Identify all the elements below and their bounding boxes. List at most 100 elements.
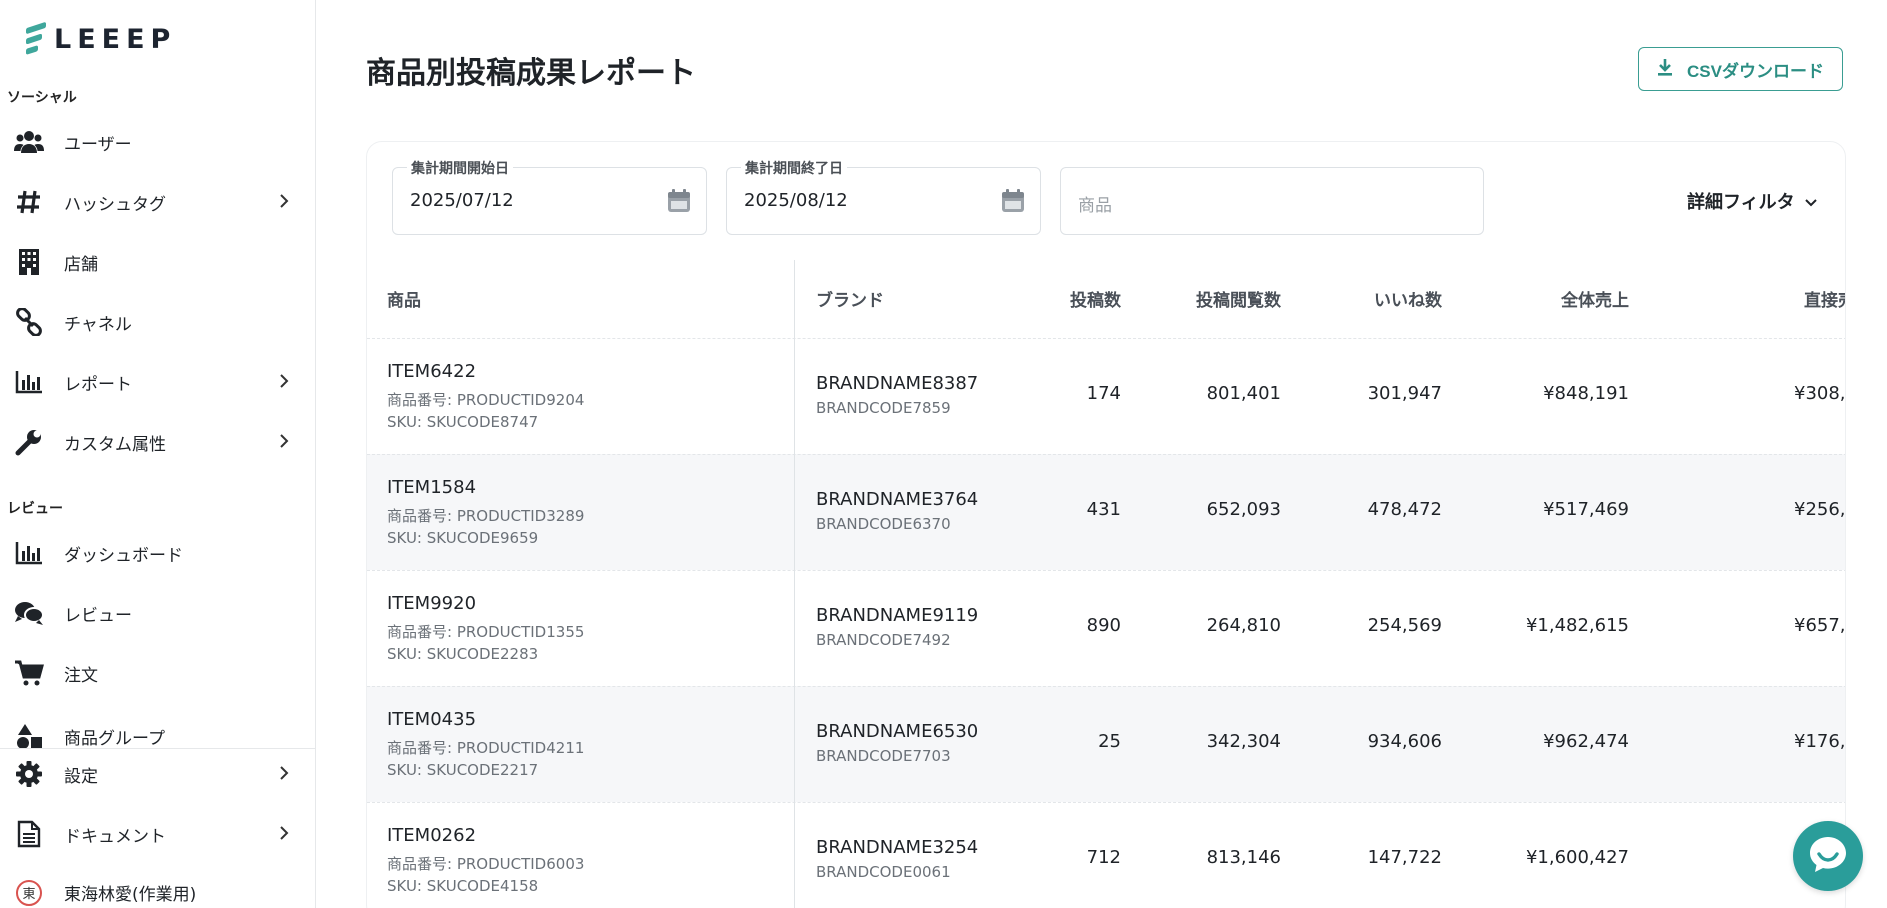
user-name: 東海林愛(作業用) bbox=[64, 885, 197, 905]
column-separator bbox=[794, 260, 795, 908]
product-id: 商品番号: PRODUCTID6003 bbox=[387, 855, 585, 873]
sidebar-item-label: レビュー bbox=[64, 605, 132, 626]
building-icon bbox=[14, 247, 44, 277]
sidebar-item-custom-attributes[interactable]: カスタム属性 bbox=[0, 417, 316, 467]
start-date-label: 集計期間開始日 bbox=[407, 158, 513, 178]
table-row[interactable]: ITEM0262 商品番号: PRODUCTID6003 SKU: SKUCODE4… bbox=[367, 802, 1845, 908]
product-id: 商品番号: PRODUCTID4211 bbox=[387, 739, 585, 757]
direct-sales: ¥308,9 bbox=[1794, 383, 1846, 404]
detail-filter-button[interactable]: 詳細フィルタ bbox=[1687, 188, 1817, 214]
csv-download-label: CSVダウンロード bbox=[1687, 61, 1824, 81]
calendar-icon[interactable] bbox=[1000, 188, 1026, 214]
product-id: 商品番号: PRODUCTID3289 bbox=[387, 507, 585, 525]
column-header-brand[interactable]: ブランド bbox=[816, 286, 884, 311]
direct-sales: ¥256,8 bbox=[1794, 499, 1846, 520]
product-name[interactable]: ITEM1584 bbox=[387, 477, 476, 498]
app-logo[interactable]: LEEEP bbox=[26, 21, 177, 56]
column-header-posts[interactable]: 投稿数 bbox=[1070, 286, 1121, 311]
sidebar-item-dashboard[interactable]: ダッシュボード bbox=[0, 528, 316, 578]
column-header-likes[interactable]: いいね数 bbox=[1374, 286, 1442, 311]
brand-code: BRANDCODE0061 bbox=[816, 863, 951, 881]
direct-sales: ¥657,3 bbox=[1794, 615, 1846, 636]
posts-count: 431 bbox=[1086, 499, 1121, 520]
column-header-product[interactable]: 商品 bbox=[387, 286, 421, 311]
likes-count: 147,722 bbox=[1367, 847, 1442, 868]
sidebar-item-reports[interactable]: レポート bbox=[0, 357, 316, 407]
start-date-field[interactable]: 集計期間開始日 2025/07/12 bbox=[392, 158, 707, 235]
brand-code: BRANDCODE7703 bbox=[816, 747, 951, 765]
sidebar-item-channels[interactable]: チャネル bbox=[0, 297, 316, 347]
table-row[interactable]: ITEM9920 商品番号: PRODUCTID1355 SKU: SKUCODE2… bbox=[367, 570, 1846, 686]
user-badge: 東 bbox=[16, 879, 42, 906]
comments-icon bbox=[14, 598, 44, 628]
end-date-value: 2025/08/12 bbox=[744, 190, 848, 211]
posts-count: 712 bbox=[1086, 847, 1121, 868]
sidebar-item-label: カスタム属性 bbox=[64, 434, 166, 455]
report-card: 集計期間開始日 2025/07/12 集計期間終了日 2025/08/12 商品… bbox=[366, 141, 1846, 908]
sidebar-item-settings[interactable]: 設定 bbox=[0, 749, 316, 799]
table-row[interactable]: ITEM6422 商品番号: PRODUCTID9204 SKU: SKUCODE8… bbox=[367, 338, 1846, 454]
logo-mark-icon bbox=[26, 21, 48, 55]
gear-icon bbox=[14, 759, 44, 789]
column-header-direct-sales[interactable]: 直接売 bbox=[1804, 286, 1845, 311]
end-date-field[interactable]: 集計期間終了日 2025/08/12 bbox=[726, 158, 1041, 235]
sidebar-item-product-groups[interactable]: 商品グループ bbox=[0, 708, 316, 750]
product-name[interactable]: ITEM0435 bbox=[387, 709, 476, 730]
table-row[interactable]: ITEM0435 商品番号: PRODUCTID4211 SKU: SKUCODE2… bbox=[367, 686, 1846, 802]
brand-code: BRANDCODE7859 bbox=[816, 399, 951, 417]
likes-count: 301,947 bbox=[1367, 383, 1442, 404]
sidebar-item-orders[interactable]: 注文 bbox=[0, 648, 316, 698]
brand-name: BRANDNAME8387 bbox=[816, 373, 979, 394]
chat-button[interactable] bbox=[1793, 821, 1863, 891]
column-header-views[interactable]: 投稿閲覧数 bbox=[1196, 286, 1281, 311]
posts-count: 25 bbox=[1098, 731, 1121, 752]
document-icon bbox=[14, 819, 44, 849]
product-sku: SKU: SKUCODE4158 bbox=[387, 877, 539, 895]
brand-name: BRANDNAME3254 bbox=[816, 837, 979, 858]
product-name[interactable]: ITEM6422 bbox=[387, 361, 476, 382]
sidebar-item-hashtag[interactable]: ハッシュタグ bbox=[0, 177, 316, 227]
sidebar-item-label: 注文 bbox=[64, 665, 98, 686]
logo-text: LEEEP bbox=[54, 23, 177, 55]
product-name[interactable]: ITEM0262 bbox=[387, 825, 476, 846]
column-header-total-sales[interactable]: 全体売上 bbox=[1561, 286, 1629, 311]
sidebar-item-label: レポート bbox=[64, 374, 132, 395]
likes-count: 254,569 bbox=[1367, 615, 1442, 636]
sidebar-item-stores[interactable]: 店舗 bbox=[0, 237, 316, 287]
direct-sales: ¥176,8 bbox=[1794, 731, 1846, 752]
hashtag-icon bbox=[14, 187, 44, 217]
brand-code: BRANDCODE7492 bbox=[816, 631, 951, 649]
product-filter-input[interactable]: 商品 bbox=[1060, 167, 1484, 235]
sidebar-item-label: ドキュメント bbox=[64, 826, 166, 847]
sidebar-user[interactable]: 東 東海林愛(作業用) bbox=[0, 869, 316, 908]
calendar-icon[interactable] bbox=[666, 188, 692, 214]
sidebar-item-label: 店舗 bbox=[64, 254, 98, 275]
csv-download-button[interactable]: CSVダウンロード bbox=[1638, 47, 1843, 91]
sidebar-item-reviews[interactable]: レビュー bbox=[0, 588, 316, 638]
product-name[interactable]: ITEM9920 bbox=[387, 593, 476, 614]
sidebar-item-label: ハッシュタグ bbox=[64, 194, 166, 215]
shapes-icon bbox=[14, 721, 44, 750]
chevron-down-icon bbox=[1804, 191, 1817, 212]
sidebar-item-users[interactable]: ユーザー bbox=[0, 117, 316, 167]
sidebar-item-label: 設定 bbox=[64, 766, 98, 787]
posts-count: 174 bbox=[1086, 383, 1121, 404]
sidebar-item-label: 商品グループ bbox=[64, 728, 165, 749]
sidebar-item-label: ダッシュボード bbox=[64, 545, 183, 566]
user-avatar: 東 bbox=[14, 878, 44, 908]
total-sales: ¥1,482,615 bbox=[1525, 615, 1629, 636]
page-title: 商品別投稿成果レポート bbox=[366, 56, 696, 91]
chevron-right-icon bbox=[274, 823, 294, 843]
product-sku: SKU: SKUCODE2283 bbox=[387, 645, 539, 663]
brand-name: BRANDNAME6530 bbox=[816, 721, 979, 742]
table-header: 商品 ブランド 投稿数 投稿閲覧数 いいね数 全体売上 直接売 bbox=[367, 260, 1845, 338]
views-count: 342,304 bbox=[1206, 731, 1281, 752]
section-label-review: レビュー bbox=[7, 501, 63, 517]
sidebar-item-label: ユーザー bbox=[64, 134, 132, 155]
start-date-value: 2025/07/12 bbox=[410, 190, 514, 211]
sidebar-item-documents[interactable]: ドキュメント bbox=[0, 809, 316, 859]
product-filter-placeholder: 商品 bbox=[1078, 196, 1112, 216]
bar-chart-icon bbox=[14, 538, 44, 568]
likes-count: 478,472 bbox=[1367, 499, 1442, 520]
table-row[interactable]: ITEM1584 商品番号: PRODUCTID3289 SKU: SKUCODE9… bbox=[367, 454, 1846, 570]
